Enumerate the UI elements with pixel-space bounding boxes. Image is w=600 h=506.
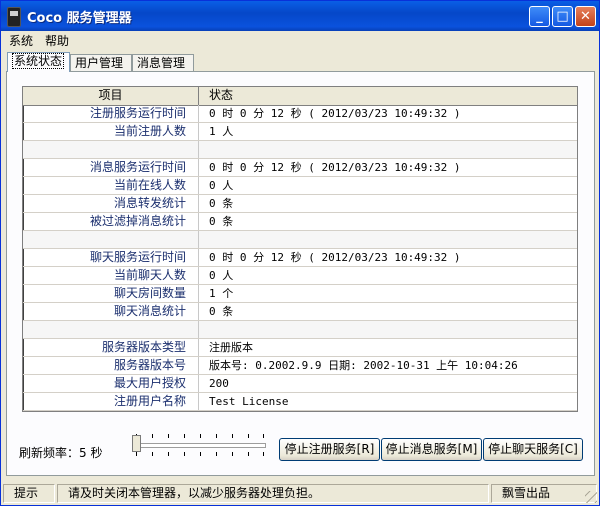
slider-tick <box>232 434 233 438</box>
resize-grip[interactable] <box>585 491 597 503</box>
row-status-value: 0 条 <box>209 197 234 210</box>
row-status-value <box>199 141 577 158</box>
status-table: 项目 状态 注册服务运行时间 0 时 0 分 12 秒 ( 2012/03/23 … <box>22 86 578 412</box>
table-row[interactable] <box>23 141 577 159</box>
menu-bar: 系统 帮助 <box>1 31 599 49</box>
row-item-label: 最大用户授权 <box>23 375 199 392</box>
row-item-label: 被过滤掉消息统计 <box>23 213 199 230</box>
row-item-label: 聊天消息统计 <box>23 303 199 320</box>
slider-tick <box>263 434 264 438</box>
header-status[interactable]: 状态 <box>199 87 577 105</box>
table-row[interactable]: 消息转发统计 0 条 <box>23 195 577 213</box>
header-item[interactable]: 项目 <box>23 87 199 105</box>
table-row[interactable]: 消息服务运行时间 0 时 0 分 12 秒 ( 2012/03/23 10:49:… <box>23 159 577 177</box>
slider-track[interactable] <box>134 443 266 448</box>
slider-tick <box>200 452 201 456</box>
table-row[interactable]: 当前聊天人数 0 人 <box>23 267 577 285</box>
row-item-label: 聊天服务运行时间 <box>23 249 199 266</box>
tab-panel: 项目 状态 注册服务运行时间 0 时 0 分 12 秒 ( 2012/03/23 … <box>6 71 595 476</box>
table-header: 项目 状态 <box>23 87 577 106</box>
row-item-label: 当前在线人数 <box>23 177 199 194</box>
slider-tick <box>168 452 169 456</box>
row-status-value: 0 时 0 分 12 秒 ( 2012/03/23 10:49:32 ) <box>209 251 461 264</box>
stop-register-service-button[interactable]: 停止注册服务[R] <box>279 438 380 461</box>
stop-message-service-button[interactable]: 停止消息服务[M] <box>381 438 482 461</box>
slider-tick <box>248 434 249 438</box>
stop-chat-service-button[interactable]: 停止聊天服务[C] <box>483 438 583 461</box>
slider-tick <box>152 452 153 456</box>
table-row[interactable] <box>23 231 577 249</box>
maximize-button[interactable]: □ <box>552 6 573 27</box>
row-status-value: 200 <box>209 377 229 390</box>
close-button[interactable]: ✕ <box>575 6 596 27</box>
table-row[interactable]: 被过滤掉消息统计 0 条 <box>23 213 577 231</box>
slider-tick <box>216 452 217 456</box>
app-icon <box>7 7 21 27</box>
refresh-rate-slider[interactable] <box>130 432 270 462</box>
row-status-value <box>199 231 577 248</box>
table-row[interactable]: 服务器版本号 版本号: 0.2002.9.9 日期: 2002-10-31 上午 … <box>23 357 577 375</box>
slider-tick <box>168 434 169 438</box>
row-item-label: 消息服务运行时间 <box>23 159 199 176</box>
row-status-value: 1 个 <box>209 287 234 300</box>
table-row[interactable]: 注册用户名称 Test License <box>23 393 577 411</box>
menu-system[interactable]: 系统 <box>9 32 33 49</box>
tab-message-management[interactable]: 消息管理 <box>132 54 194 71</box>
tab-system-status[interactable]: 系统状态 <box>7 52 70 72</box>
row-status-value: 0 时 0 分 12 秒 ( 2012/03/23 10:49:32 ) <box>209 107 461 120</box>
row-item-label: 注册用户名称 <box>23 393 199 410</box>
row-status-value: 0 条 <box>209 305 234 318</box>
table-row[interactable]: 服务器版本类型 注册版本 <box>23 339 577 357</box>
status-label: 提示 <box>3 484 55 503</box>
refresh-rate-label: 刷新频率：5 秒 <box>19 446 103 460</box>
table-row[interactable]: 注册服务运行时间 0 时 0 分 12 秒 ( 2012/03/23 10:49:… <box>23 105 577 123</box>
row-item-label: 聊天房间数量 <box>23 285 199 302</box>
menu-help[interactable]: 帮助 <box>45 32 69 49</box>
row-status-value: 版本号: 0.2002.9.9 日期: 2002-10-31 上午 10:04:… <box>209 359 518 372</box>
app-window: Coco 服务管理器 _ □ ✕ 系统 帮助 系统状态 用户管理 消息管理 项目… <box>0 0 600 506</box>
table-row[interactable]: 聊天房间数量 1 个 <box>23 285 577 303</box>
slider-tick <box>216 434 217 438</box>
row-status-value: 1 人 <box>209 125 234 138</box>
slider-tick <box>184 452 185 456</box>
tab-system-status-label: 系统状态 <box>12 53 65 69</box>
row-item-label: 当前注册人数 <box>23 123 199 140</box>
status-bar: 提示 请及时关闭本管理器，以减少服务器处理负担。 飘雪出品 <box>1 482 599 505</box>
table-row[interactable]: 最大用户授权 200 <box>23 375 577 393</box>
slider-tick <box>200 434 201 438</box>
slider-tick <box>184 434 185 438</box>
slider-thumb[interactable] <box>132 435 141 452</box>
title-bar[interactable]: Coco 服务管理器 _ □ ✕ <box>1 1 599 31</box>
row-status-value: 0 时 0 分 12 秒 ( 2012/03/23 10:49:32 ) <box>209 161 461 174</box>
row-status-value <box>199 321 577 338</box>
status-message: 请及时关闭本管理器，以减少服务器处理负担。 <box>57 484 489 503</box>
table-row[interactable]: 当前注册人数 1 人 <box>23 123 577 141</box>
row-item-label: 当前聊天人数 <box>23 267 199 284</box>
table-row[interactable]: 聊天服务运行时间 0 时 0 分 12 秒 ( 2012/03/23 10:49:… <box>23 249 577 267</box>
row-item-label <box>23 321 199 338</box>
minimize-button[interactable]: _ <box>529 6 550 27</box>
row-item-label: 消息转发统计 <box>23 195 199 212</box>
tab-user-management[interactable]: 用户管理 <box>70 54 132 71</box>
table-row[interactable] <box>23 321 577 339</box>
row-item-label: 服务器版本号 <box>23 357 199 374</box>
row-status-value: 0 人 <box>209 179 234 192</box>
row-status-value: 0 人 <box>209 269 234 282</box>
window-title: Coco 服务管理器 <box>27 11 132 26</box>
table-row[interactable]: 当前在线人数 0 人 <box>23 177 577 195</box>
slider-tick <box>232 452 233 456</box>
row-item-label: 服务器版本类型 <box>23 339 199 356</box>
row-status-value: 注册版本 <box>209 341 253 354</box>
row-item-label <box>23 231 199 248</box>
slider-tick <box>248 452 249 456</box>
row-item-label: 注册服务运行时间 <box>23 105 199 122</box>
slider-tick <box>263 452 264 456</box>
row-status-value: Test License <box>209 395 289 408</box>
slider-tick <box>152 434 153 438</box>
status-credit: 飘雪出品 <box>491 484 597 503</box>
slider-tick <box>136 452 137 456</box>
row-status-value: 0 条 <box>209 215 234 228</box>
row-item-label <box>23 141 199 158</box>
table-row[interactable]: 聊天消息统计 0 条 <box>23 303 577 321</box>
